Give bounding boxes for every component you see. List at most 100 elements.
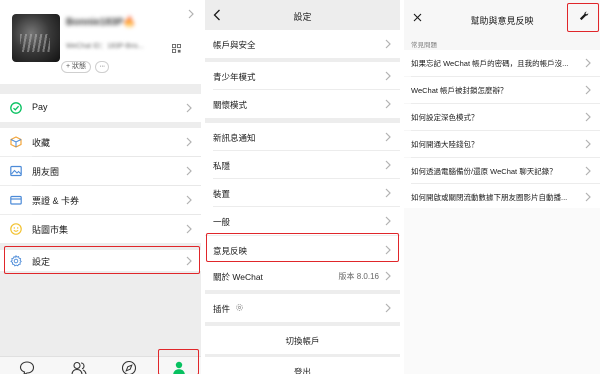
logout-button[interactable]: 登出 — [205, 357, 400, 374]
chevron-right-icon — [385, 245, 391, 255]
settings-item-account-security[interactable]: 帳戶與安全 — [205, 30, 400, 58]
cards-icon — [10, 195, 22, 205]
chevron-right-icon — [585, 58, 591, 68]
me-panel: Bonnie183P🔥 WeChat ID：183P-Bris... + 狀態 … — [0, 0, 201, 374]
chevron-right-icon — [385, 271, 391, 281]
settings-item-label: 青少年模式 — [213, 72, 256, 82]
menu-item-label: 收藏 — [32, 138, 51, 148]
me-tab-icon[interactable] — [171, 360, 187, 374]
discover-tab-icon[interactable] — [121, 360, 137, 374]
settings-item-general[interactable]: 一般 — [205, 207, 400, 235]
menu-item-label: 票證 & 卡券 — [32, 196, 80, 206]
settings-item-label: 裝置 — [213, 189, 231, 199]
nickname: Bonnie183P🔥 — [66, 17, 136, 28]
divider — [213, 178, 400, 179]
chevron-right-icon — [585, 166, 591, 176]
chevron-right-icon — [385, 303, 391, 313]
settings-item-privacy[interactable]: 私隱 — [205, 151, 400, 179]
chevron-right-icon — [186, 224, 192, 234]
chevron-right-icon — [186, 256, 192, 266]
settings-navbar: 設定 — [205, 0, 400, 29]
faq-item[interactable]: WeChat 帳戶被封鎖怎麼辦？ — [404, 77, 600, 103]
more-status-button[interactable]: ··· — [95, 61, 109, 73]
chevron-right-icon — [585, 112, 591, 122]
menu-item-moments[interactable]: 朋友圈 — [0, 157, 201, 185]
faq-item-label: WeChat 帳戶被封鎖怎麼辦？ — [411, 86, 508, 95]
settings-icon — [10, 255, 22, 267]
chevron-right-icon — [585, 85, 591, 95]
faq-item-label: 如何設定深色模式？ — [411, 113, 479, 122]
chevron-right-icon — [385, 71, 391, 81]
settings-item-label: 插件 — [213, 304, 231, 314]
settings-item-notifications[interactable]: 新訊息通知 — [205, 123, 400, 151]
page-title: 幫助與意見反映 — [470, 16, 534, 26]
faq-item[interactable]: 如果忘記 WeChat 帳戶的密碼，且我的帳戶沒... — [404, 50, 600, 76]
settings-item-label: 一般 — [213, 217, 231, 227]
help-navbar: 幫助與意見反映 — [404, 0, 600, 36]
menu-item-label: 朋友圈 — [32, 167, 60, 177]
divider — [213, 150, 400, 151]
menu-item-settings[interactable]: 設定 — [0, 250, 201, 271]
menu-item-label: 貼圖市集 — [32, 225, 69, 235]
faq-item[interactable]: 如何開通大陸錢包？ — [404, 131, 600, 157]
settings-item-about[interactable]: 關於 WeChat 版本 8.0.16 — [205, 262, 400, 290]
faq-item[interactable]: 如何透過電腦備份/還原 WeChat 聊天記錄？ — [404, 158, 600, 184]
chevron-right-icon — [186, 166, 192, 176]
empty-area — [404, 208, 600, 374]
faq-item-label: 如何開啟或關閉流動數據下朋友圈影片自動播... — [411, 193, 568, 202]
pay-icon — [10, 102, 22, 114]
status-button[interactable]: + 狀態 — [61, 61, 91, 73]
chevron-right-icon — [585, 192, 591, 202]
settings-item-care-mode[interactable]: 關懷模式 — [205, 90, 400, 118]
menu-item-pay[interactable]: Pay — [0, 94, 201, 122]
chevron-right-icon — [385, 188, 391, 198]
faq-item-label: 如何透過電腦備份/還原 WeChat 聊天記錄？ — [411, 167, 557, 176]
chevron-right-icon — [186, 195, 192, 205]
settings-item-feedback[interactable]: 意見反映 — [205, 236, 400, 264]
chevron-right-icon — [186, 103, 192, 113]
chevron-right-icon — [385, 99, 391, 109]
contacts-tab-icon[interactable] — [71, 360, 87, 374]
settings-item-devices[interactable]: 裝置 — [205, 179, 400, 207]
wechat-id: WeChat ID：183P-Bris... — [66, 43, 144, 50]
nickname-text: Bonnie183P — [66, 17, 124, 28]
switch-account-label: 切換帳戶 — [285, 336, 320, 346]
settings-item-label: 關於 WeChat — [213, 272, 263, 282]
help-feedback-panel: 幫助與意見反映 常見問題 如果忘記 WeChat 帳戶的密碼，且我的帳戶沒...… — [404, 0, 600, 374]
wrench-icon[interactable] — [579, 11, 589, 21]
settings-item-youth-mode[interactable]: 青少年模式 — [205, 62, 400, 90]
logout-label: 登出 — [293, 367, 311, 374]
chevron-right-icon — [385, 216, 391, 226]
gear-icon — [236, 304, 243, 311]
settings-item-label: 私隱 — [213, 161, 231, 171]
menu-item-sticker-gallery[interactable]: 貼圖市集 — [0, 215, 201, 243]
nickname-badge: 🔥 — [123, 17, 136, 28]
page-title: 設定 — [293, 12, 312, 22]
faq-item-label: 如何開通大陸錢包？ — [411, 140, 479, 149]
profile-card[interactable]: Bonnie183P🔥 WeChat ID：183P-Bris... + 狀態 … — [0, 0, 201, 84]
switch-account-button[interactable]: 切換帳戶 — [205, 326, 400, 354]
menu-item-favorites[interactable]: 收藏 — [0, 128, 201, 156]
settings-item-label: 新訊息通知 — [213, 133, 256, 143]
settings-item-plugins[interactable]: 插件 — [205, 294, 400, 322]
settings-panel: 設定 帳戶與安全 青少年模式 關懷模式 新訊息通知 私隱 裝置 一般 意見反映 … — [205, 0, 400, 374]
avatar[interactable] — [12, 14, 60, 62]
chevron-right-icon — [385, 39, 391, 49]
chevron-right-icon — [385, 132, 391, 142]
version-text: 版本 8.0.16 — [338, 272, 379, 281]
moments-icon — [10, 165, 22, 177]
menu-item-label: Pay — [32, 102, 48, 112]
faq-item[interactable]: 如何開啟或關閉流動數據下朋友圈影片自動播... — [404, 184, 600, 210]
chats-tab-icon[interactable] — [19, 360, 35, 374]
chevron-right-icon — [385, 160, 391, 170]
menu-item-cards[interactable]: 票證 & 卡券 — [0, 186, 201, 214]
faq-item[interactable]: 如何設定深色模式？ — [404, 104, 600, 130]
bottom-tab-bar — [0, 356, 201, 374]
menu-item-label: 設定 — [32, 257, 51, 267]
divider — [213, 206, 400, 207]
qr-code-icon[interactable] — [172, 44, 181, 53]
chevron-right-icon — [188, 9, 194, 19]
settings-item-label: 意見反映 — [213, 246, 248, 256]
faq-item-label: 如果忘記 WeChat 帳戶的密碼，且我的帳戶沒... — [411, 59, 569, 68]
settings-item-label: 帳戶與安全 — [213, 40, 256, 50]
